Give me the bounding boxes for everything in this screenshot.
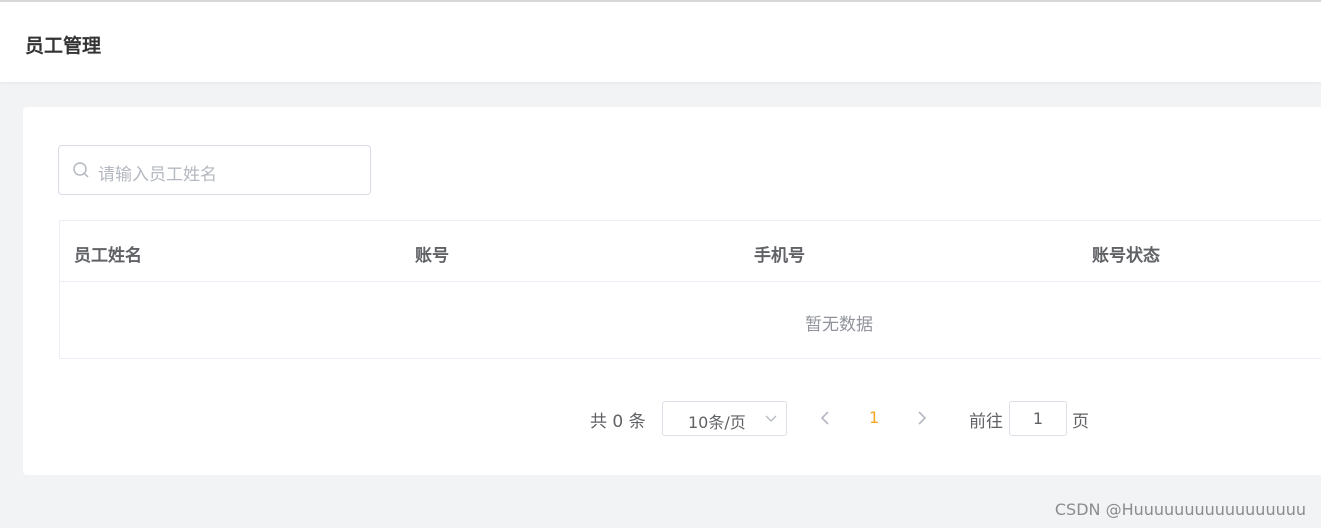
column-header-phone[interactable]: 手机号 bbox=[754, 241, 805, 266]
current-page-number[interactable]: 1 bbox=[869, 408, 879, 427]
search-placeholder: 请输入员工姓名 bbox=[98, 165, 217, 185]
column-header-name[interactable]: 员工姓名 bbox=[74, 241, 142, 266]
goto-label: 前往 bbox=[969, 412, 1003, 432]
next-page-button[interactable] bbox=[915, 408, 929, 428]
page-title: 员工管理 bbox=[25, 35, 102, 57]
table-header: 员工姓名 账号 手机号 账号状态 bbox=[60, 221, 1321, 282]
column-header-status[interactable]: 账号状态 bbox=[1092, 241, 1160, 266]
page-size-value: 10条/页 bbox=[688, 413, 746, 432]
pagination: 共 0 条 10条/页 1 前往 1 页 bbox=[23, 401, 1321, 437]
goto-suffix: 页 bbox=[1072, 412, 1089, 432]
search-input[interactable]: 请输入员工姓名 bbox=[58, 145, 371, 195]
chevron-down-icon bbox=[765, 415, 777, 422]
employee-table: 员工姓名 账号 手机号 账号状态 暂无数据 bbox=[59, 220, 1321, 359]
page-header: 员工管理 bbox=[0, 2, 1321, 82]
prev-page-button[interactable] bbox=[818, 408, 832, 428]
empty-text: 暂无数据 bbox=[805, 315, 873, 335]
search-icon bbox=[73, 162, 89, 178]
goto-page-input[interactable]: 1 bbox=[1009, 401, 1067, 436]
table-empty-state: 暂无数据 bbox=[60, 282, 1321, 356]
content-card: 请输入员工姓名 员工姓名 账号 手机号 账号状态 暂无数据 共 0 条 10条/… bbox=[23, 107, 1321, 475]
pagination-total: 共 0 条 bbox=[590, 412, 646, 432]
column-header-account[interactable]: 账号 bbox=[415, 241, 449, 266]
page-size-select[interactable]: 10条/页 bbox=[662, 401, 787, 436]
watermark: CSDN @Huuuuuuuuuuuuuuuuu bbox=[1054, 500, 1306, 519]
